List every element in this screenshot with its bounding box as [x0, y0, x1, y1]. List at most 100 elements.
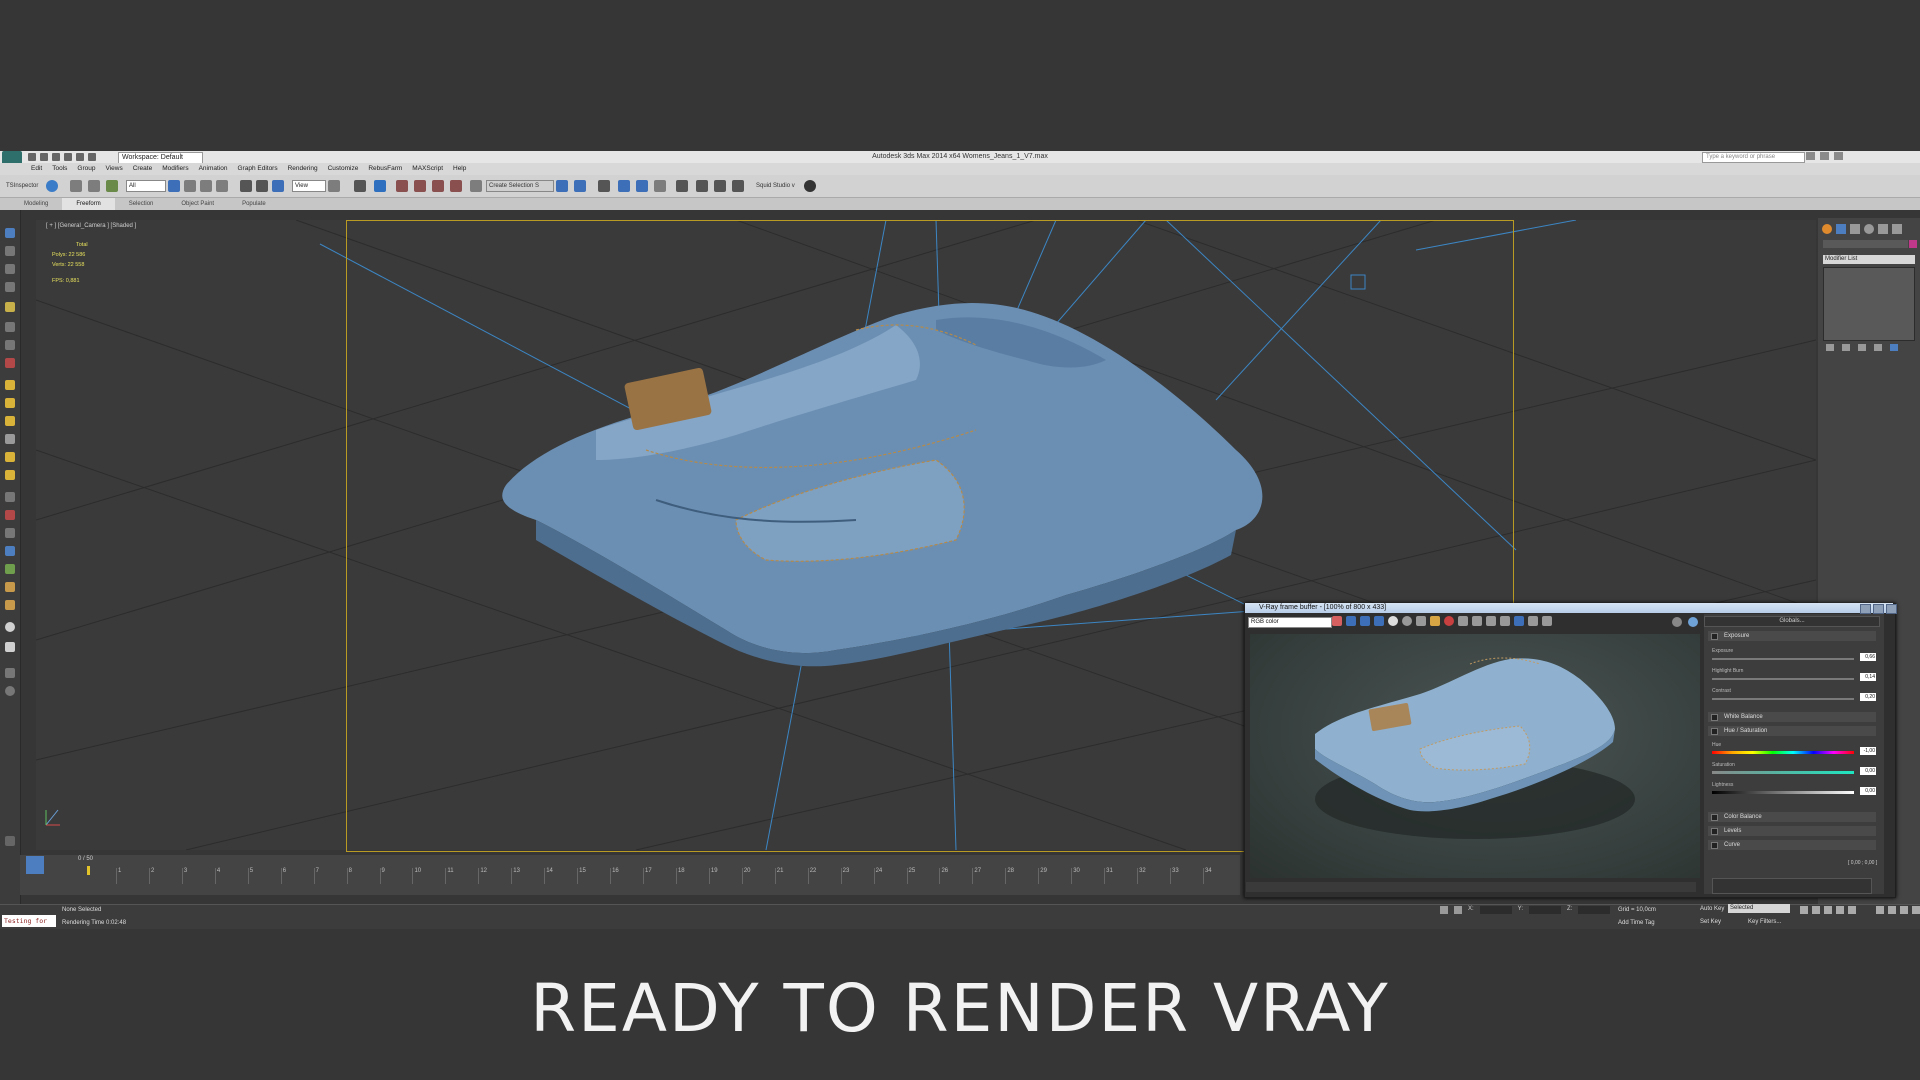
go-to-end-icon[interactable]: [1848, 906, 1856, 914]
grid-icon[interactable]: [5, 642, 15, 652]
vfb-render-image[interactable]: [1250, 634, 1700, 878]
contrast-value[interactable]: 0,20: [1860, 693, 1876, 701]
clear-image-icon[interactable]: [1444, 616, 1454, 626]
light-icon[interactable]: [5, 302, 15, 312]
tab-object-paint[interactable]: Object Paint: [167, 198, 228, 210]
vfb-minimize-icon[interactable]: [1860, 604, 1871, 614]
tsinspector-icon[interactable]: [46, 180, 58, 192]
hair-icon[interactable]: [5, 582, 15, 592]
globals-button[interactable]: Globals...: [1704, 616, 1880, 627]
lock-selection-icon[interactable]: [1440, 906, 1448, 914]
stop-render-icon[interactable]: [1672, 617, 1682, 627]
show-end-result-icon[interactable]: [1842, 344, 1850, 351]
curve-checkbox[interactable]: [1711, 842, 1718, 849]
lightness-value[interactable]: 0,00: [1860, 787, 1876, 795]
bind-spacewarp-icon[interactable]: [106, 180, 118, 192]
command-tool-icon[interactable]: [5, 228, 15, 238]
rectangular-selection-icon[interactable]: [200, 180, 212, 192]
render-icon[interactable]: [1688, 617, 1698, 627]
highlight-burn-value[interactable]: 0,14: [1860, 673, 1876, 681]
tab-modeling[interactable]: Modeling: [10, 198, 62, 210]
close-icon[interactable]: [1834, 152, 1843, 160]
tsinspector-label[interactable]: TSInspector: [6, 183, 38, 189]
modifier-stack[interactable]: [1823, 267, 1915, 341]
configure-modifier-icon[interactable]: [1890, 344, 1898, 351]
exposure-checkbox[interactable]: [1711, 633, 1718, 640]
layers-icon[interactable]: [5, 282, 15, 292]
region-render-icon[interactable]: [1486, 616, 1496, 626]
particles-icon[interactable]: [5, 528, 15, 538]
menu-customize[interactable]: Customize: [323, 163, 364, 175]
tab-freeform[interactable]: Freeform: [62, 198, 115, 210]
objects-icon[interactable]: [5, 246, 15, 256]
previous-frame-icon[interactable]: [1812, 906, 1820, 914]
vfb-close-icon[interactable]: [1886, 604, 1897, 614]
go-to-start-icon[interactable]: [1800, 906, 1808, 914]
menu-edit[interactable]: Edit: [26, 163, 47, 175]
menu-group[interactable]: Group: [72, 163, 100, 175]
create-tab-icon[interactable]: [1822, 224, 1832, 234]
white-balance-section[interactable]: White Balance: [1708, 712, 1876, 722]
menu-rebusfarm[interactable]: RebusFarm: [363, 163, 407, 175]
menu-create[interactable]: Create: [128, 163, 158, 175]
mirror-icon[interactable]: [556, 180, 568, 192]
water-icon[interactable]: [5, 546, 15, 556]
spacewarp-icon[interactable]: [5, 358, 15, 368]
pivot-center-icon[interactable]: [328, 180, 340, 192]
align-icon[interactable]: [574, 180, 586, 192]
levels-checkbox[interactable]: [1711, 828, 1718, 835]
lens-effects-icon[interactable]: [1542, 616, 1552, 626]
search-input[interactable]: Type a keyword or phrase: [1702, 152, 1805, 163]
levels-section[interactable]: Levels: [1708, 826, 1876, 836]
cloth-icon[interactable]: [5, 600, 15, 610]
shapes-icon[interactable]: [5, 492, 15, 502]
color-corrections-icon[interactable]: [1514, 616, 1524, 626]
z-coord-field[interactable]: [1578, 906, 1611, 914]
sphere-primitive-icon[interactable]: [5, 398, 15, 408]
display-icon[interactable]: [5, 264, 15, 274]
script-icon[interactable]: [5, 668, 15, 678]
tab-populate[interactable]: Populate: [228, 198, 280, 210]
render-channel-dropdown[interactable]: RGB color: [1248, 617, 1332, 628]
x-coord-field[interactable]: [1479, 906, 1512, 914]
angle-snap-icon[interactable]: [414, 180, 426, 192]
helper-icon[interactable]: [5, 340, 15, 350]
time-slider-label[interactable]: 0 / 50: [78, 856, 93, 862]
display-tab-icon[interactable]: [1878, 224, 1888, 234]
unlink-icon[interactable]: [88, 180, 100, 192]
key-mode-dropdown[interactable]: Selected: [1728, 904, 1790, 913]
rotate-icon[interactable]: [256, 180, 268, 192]
add-time-tag[interactable]: Add Time Tag: [1618, 920, 1655, 926]
modifier-list-dropdown[interactable]: Modifier List: [1823, 255, 1915, 264]
window-crossing-icon[interactable]: [216, 180, 228, 192]
squid-studio-label[interactable]: Squid Studio v: [756, 183, 795, 189]
minimize-icon[interactable]: [1806, 152, 1815, 160]
render-production-icon[interactable]: [732, 180, 744, 192]
exposure-value[interactable]: 0,66: [1860, 653, 1876, 661]
object-name-field[interactable]: [1823, 240, 1908, 248]
play-animation-icon[interactable]: [1824, 906, 1832, 914]
zoom-all-icon[interactable]: [1888, 906, 1896, 914]
curve-editor[interactable]: [1712, 878, 1872, 894]
scale-icon[interactable]: [272, 180, 284, 192]
link-icon[interactable]: [70, 180, 82, 192]
curve-editor-icon[interactable]: [636, 180, 648, 192]
remove-modifier-icon[interactable]: [1874, 344, 1882, 351]
set-key-button[interactable]: Set Key: [1700, 919, 1721, 925]
menu-rendering[interactable]: Rendering: [283, 163, 323, 175]
object-color-swatch[interactable]: [1909, 240, 1917, 248]
orbit-icon[interactable]: [1900, 906, 1908, 914]
paint-icon[interactable]: [5, 510, 15, 520]
auto-key-button[interactable]: Auto Key: [1700, 906, 1724, 912]
camera-icon[interactable]: [5, 322, 15, 332]
material-editor-icon[interactable]: [676, 180, 688, 192]
contrast-slider[interactable]: [1712, 698, 1854, 700]
torus-primitive-icon[interactable]: [5, 470, 15, 480]
vfb-maximize-icon[interactable]: [1873, 604, 1884, 614]
motion-tab-icon[interactable]: [1864, 224, 1874, 234]
edit-named-selection-icon[interactable]: [470, 180, 482, 192]
mini-listener-icon[interactable]: [26, 856, 44, 874]
rebusfarm-icon[interactable]: [804, 180, 816, 192]
track-mouse-icon[interactable]: [1472, 616, 1482, 626]
layer-manager-icon[interactable]: [598, 180, 610, 192]
